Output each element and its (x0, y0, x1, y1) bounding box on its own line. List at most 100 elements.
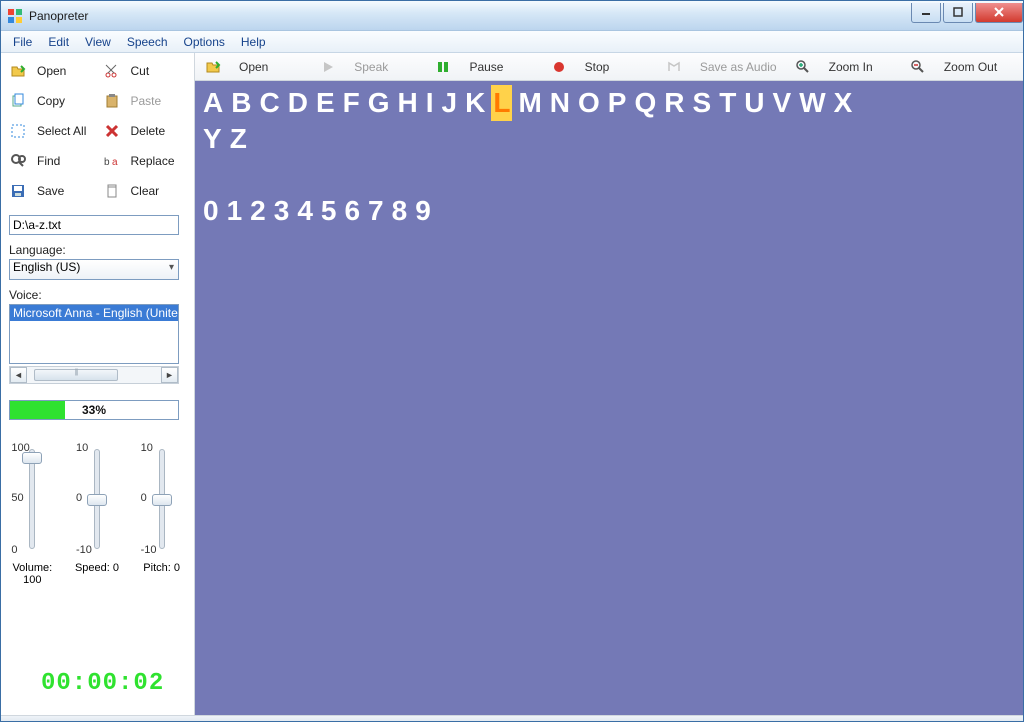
char-U[interactable]: U (742, 85, 766, 121)
titlebar[interactable]: Panopreter (1, 1, 1023, 31)
speed-track[interactable] (94, 449, 100, 549)
char-D[interactable]: D (286, 85, 310, 121)
char-6[interactable]: 6 (342, 193, 362, 229)
char-9[interactable]: 9 (413, 193, 433, 229)
menu-speech[interactable]: Speech (119, 33, 176, 51)
char-W[interactable]: W (797, 85, 827, 121)
char-B[interactable]: B (229, 85, 253, 121)
char-V[interactable]: V (771, 85, 794, 121)
char-P[interactable]: P (606, 85, 629, 121)
sidebar-open[interactable]: Open (9, 57, 95, 85)
char-R[interactable]: R (662, 85, 686, 121)
language-select[interactable]: English (US) (9, 259, 179, 280)
zoom-out-icon (910, 59, 926, 75)
progress-bar: 33% (9, 400, 179, 420)
char-Q[interactable]: Q (632, 85, 658, 121)
pitch-track[interactable] (159, 449, 165, 549)
char-5[interactable]: 5 (319, 193, 339, 229)
char-M[interactable]: M (516, 85, 543, 121)
save-icon (9, 183, 27, 199)
sidebar-find[interactable]: Find (9, 147, 95, 175)
scroll-thumb[interactable] (34, 369, 118, 381)
toolbar-zoom-in[interactable]: Zoom In (789, 57, 898, 77)
volume-thumb[interactable] (22, 452, 42, 464)
toolbar-label: Open (239, 60, 268, 74)
speed-slider[interactable]: 10 0 -10 Speed: 0 (74, 444, 120, 586)
speed-thumb[interactable] (87, 494, 107, 506)
sidebar-select-all[interactable]: Select All (9, 117, 95, 145)
char-K[interactable]: K (463, 85, 487, 121)
pitch-thumb[interactable] (152, 494, 172, 506)
char-H[interactable]: H (396, 85, 420, 121)
scroll-left-icon[interactable]: ◄ (10, 367, 27, 383)
menu-help[interactable]: Help (233, 33, 274, 51)
char-O[interactable]: O (576, 85, 602, 121)
char-Z[interactable]: Z (228, 121, 249, 157)
char-Y[interactable]: Y (201, 121, 224, 157)
sidebar-button-label: Save (37, 184, 64, 198)
save-audio-icon (666, 59, 682, 75)
sidebar-paste[interactable]: Paste (103, 87, 189, 115)
sidebar-replace[interactable]: baReplace (103, 147, 189, 175)
char-0[interactable]: 0 (201, 193, 221, 229)
text-content[interactable]: ABCDEFGHIJKLMNOPQRSTUVWX YZ0123456789 (195, 81, 1023, 715)
speed-tick-mid: 0 (76, 492, 82, 504)
menu-view[interactable]: View (77, 33, 119, 51)
char-1[interactable]: 1 (225, 193, 245, 229)
char-I[interactable]: I (424, 85, 436, 121)
minimize-button[interactable] (911, 3, 941, 23)
toolbar-stop[interactable]: Stop (545, 57, 654, 77)
menu-options[interactable]: Options (176, 33, 233, 51)
toolbar-label: Zoom In (829, 60, 873, 74)
window-buttons (909, 3, 1023, 25)
voice-item-selected[interactable]: Microsoft Anna - English (United S (10, 305, 178, 321)
app-icon (7, 8, 23, 24)
sidebar-button-label: Paste (131, 94, 162, 108)
voice-listbox[interactable]: Microsoft Anna - English (United S (9, 304, 179, 364)
volume-tick-mid: 50 (11, 492, 23, 504)
char-A[interactable]: A (201, 85, 225, 121)
sidebar-button-label: Select All (37, 124, 86, 138)
char-2[interactable]: 2 (248, 193, 268, 229)
main-area: Open Cut Copy Paste Select All Delete Find baRe… (1, 53, 1023, 715)
stop-icon (551, 59, 567, 75)
char-7[interactable]: 7 (366, 193, 386, 229)
char-J[interactable]: J (440, 85, 460, 121)
sidebar-copy[interactable]: Copy (9, 87, 95, 115)
sidebar-cut[interactable]: Cut (103, 57, 189, 85)
char-N[interactable]: N (548, 85, 572, 121)
file-path-input[interactable] (9, 215, 179, 235)
toolbar-label: Stop (585, 60, 610, 74)
sidebar-button-label: Replace (131, 154, 175, 168)
toolbar-label: Zoom Out (944, 60, 997, 74)
menu-edit[interactable]: Edit (40, 33, 77, 51)
toolbar-zoom-out[interactable]: Zoom Out (904, 57, 1013, 77)
pitch-slider[interactable]: 10 0 -10 Pitch: 0 (139, 444, 185, 586)
maximize-button[interactable] (943, 3, 973, 23)
char-E[interactable]: E (314, 85, 337, 121)
toolbar-pause[interactable]: Pause (429, 57, 538, 77)
sidebar-button-label: Open (37, 64, 66, 78)
toolbar-open[interactable]: Open (199, 57, 308, 77)
voice-scrollbar[interactable]: ◄ ► (9, 366, 179, 384)
scroll-right-icon[interactable]: ► (161, 367, 178, 383)
char-S[interactable]: S (691, 85, 714, 121)
char-C[interactable]: C (257, 85, 281, 121)
char-8[interactable]: 8 (390, 193, 410, 229)
close-button[interactable] (975, 3, 1023, 23)
char-4[interactable]: 4 (295, 193, 315, 229)
volume-track[interactable] (29, 449, 35, 549)
char-T[interactable]: T (717, 85, 738, 121)
menu-file[interactable]: File (5, 33, 40, 51)
sidebar-clear[interactable]: Clear (103, 177, 189, 205)
char-3[interactable]: 3 (272, 193, 292, 229)
sidebar-button-label: Delete (131, 124, 166, 138)
char-G[interactable]: G (366, 85, 392, 121)
sidebar-delete[interactable]: Delete (103, 117, 189, 145)
sidebar-button-grid: Open Cut Copy Paste Select All Delete Find baRe… (9, 57, 188, 205)
volume-slider[interactable]: 100 50 0 Volume: 100 (9, 444, 55, 586)
char-F[interactable]: F (341, 85, 362, 121)
char-L[interactable]: L (491, 85, 512, 121)
sidebar-save[interactable]: Save (9, 177, 95, 205)
char-X[interactable]: X (832, 85, 855, 121)
